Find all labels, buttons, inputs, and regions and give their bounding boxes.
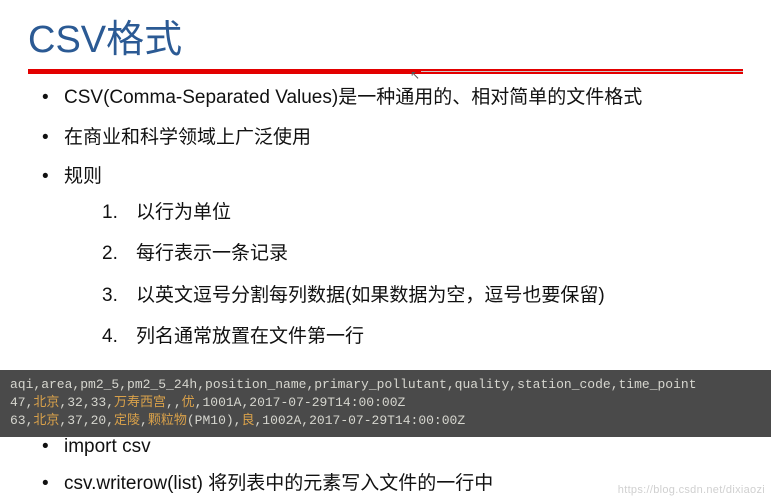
main-bullet-list: CSV(Comma-Separated Values)是一种通用的、相对简单的文…: [28, 84, 743, 351]
bullet-item-rules: 规则 以行为单位 每行表示一条记录 以英文逗号分割每列数据(如果数据为空，逗号也…: [38, 163, 743, 351]
title-underline: [28, 69, 743, 74]
rule-item: 每行表示一条记录: [102, 240, 743, 268]
rule-item: 以英文逗号分割每列数据(如果数据为空，逗号也要保留): [102, 282, 743, 310]
code-line: 63,北京,37,20,定陵,颗粒物(PM10),良,1002A,2017-07…: [10, 413, 465, 428]
rule-item: 以行为单位: [102, 199, 743, 227]
slide-title: CSV格式: [28, 8, 743, 63]
bullet-item: CSV(Comma-Separated Values)是一种通用的、相对简单的文…: [38, 84, 743, 112]
cursor-icon: ↖: [410, 68, 420, 82]
rule-item: 列名通常放置在文件第一行: [102, 323, 743, 351]
code-line: 47,北京,32,33,万寿西宫,,优,1001A,2017-07-29T14:…: [10, 395, 405, 410]
code-line: aqi,area,pm2_5,pm2_5_24h,position_name,p…: [10, 377, 697, 392]
bullet-label: 规则: [64, 166, 102, 187]
csv-code-example: aqi,area,pm2_5,pm2_5_24h,position_name,p…: [0, 370, 771, 437]
rules-ordered-list: 以行为单位 每行表示一条记录 以英文逗号分割每列数据(如果数据为空，逗号也要保留…: [64, 199, 743, 351]
bullet-item: import csv: [38, 434, 728, 461]
watermark: https://blog.csdn.net/dixiaozi: [618, 484, 765, 496]
slide: CSV格式 ↖ CSV(Comma-Separated Values)是一种通用…: [0, 0, 771, 500]
bullet-item: 在商业和科学领域上广泛使用: [38, 124, 743, 152]
